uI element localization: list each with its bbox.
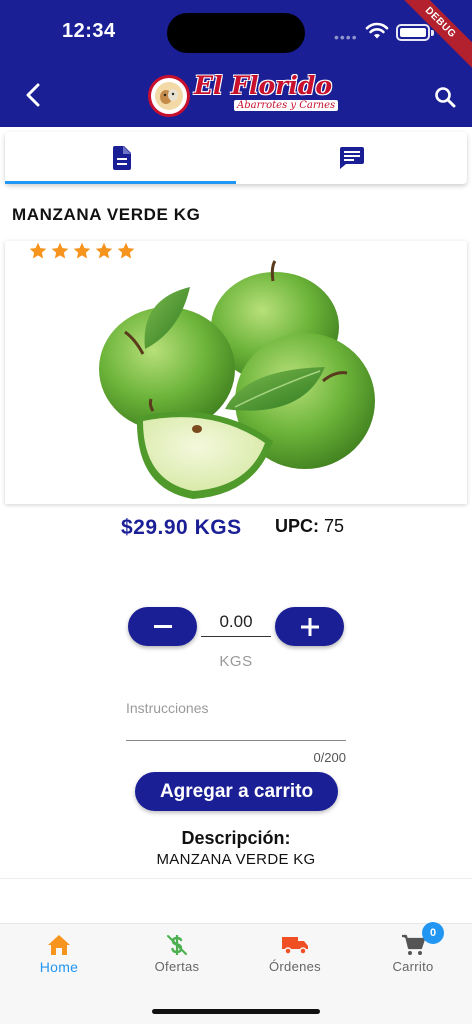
home-icon (48, 935, 70, 955)
minus-icon (153, 624, 172, 628)
cart-icon (402, 934, 425, 955)
star-icon (117, 242, 135, 259)
product-price: $29.90 KGS (121, 516, 242, 539)
description-label: Descripción: (181, 828, 291, 848)
signal-icon: •••• (334, 29, 358, 45)
wifi-icon (365, 22, 389, 39)
upc-value: 75 (324, 516, 345, 536)
increase-quantity-button[interactable] (275, 607, 344, 646)
document-icon (112, 146, 131, 170)
nav-offers-label: Ofertas (154, 959, 200, 974)
logo-title: El Florido (194, 71, 333, 100)
add-to-cart-button[interactable]: Agregar a carrito (135, 772, 338, 811)
app-header: 12:34 •••• DEBUG El Florido Abarrotes y … (0, 0, 472, 127)
back-button[interactable] (18, 80, 48, 110)
tab-indicator (5, 181, 236, 184)
product-image (99, 260, 375, 499)
battery-cap (431, 30, 434, 36)
quantity-input[interactable]: 0.00 (201, 610, 271, 637)
decrease-quantity-button[interactable] (128, 607, 197, 646)
nav-orders-label: Órdenes (269, 959, 321, 974)
tab-comments[interactable] (236, 132, 467, 184)
quantity-unit: KGS (219, 653, 253, 670)
chevron-left-icon (26, 83, 40, 107)
star-icon (51, 242, 69, 259)
upc-label: UPC: (275, 516, 319, 536)
star-icon (95, 242, 113, 259)
nav-home-label: Home (39, 959, 79, 975)
description-value: MANZANA VERDE KG (156, 851, 316, 868)
logo-subtitle: Abarrotes y Carnes (234, 100, 339, 111)
cart-badge: 0 (422, 922, 444, 944)
dynamic-island (167, 13, 305, 53)
nav-home[interactable]: Home (0, 934, 118, 975)
product-title: MANZANA VERDE KG (12, 205, 201, 224)
rating-stars (28, 241, 136, 261)
truck-icon (282, 937, 308, 955)
instructions-input[interactable]: Instrucciones (126, 700, 346, 741)
star-icon (29, 242, 47, 259)
status-time: 12:34 (62, 20, 116, 42)
logo-emblem-icon (148, 75, 190, 117)
search-button[interactable] (430, 82, 460, 112)
store-logo: El Florido Abarrotes y Carnes (148, 71, 339, 119)
nav-cart-label: Carrito (392, 959, 434, 974)
product-detail-screen: 12:34 •••• DEBUG El Florido Abarrotes y … (0, 0, 472, 1024)
nav-orders[interactable]: Órdenes (236, 934, 354, 974)
nav-offers[interactable]: Ofertas (118, 934, 236, 974)
product-image-card (5, 241, 467, 504)
plus-icon (300, 617, 319, 636)
detail-tabs (5, 132, 467, 184)
divider (0, 878, 472, 879)
star-icon (73, 242, 91, 259)
battery-icon (396, 24, 430, 41)
search-icon (435, 87, 456, 108)
dollar-icon (167, 935, 187, 955)
home-indicator (152, 1009, 320, 1014)
tab-details[interactable] (5, 132, 236, 184)
instructions-counter: 0/200 (313, 750, 346, 765)
product-upc: UPC: 75 (275, 516, 344, 537)
chat-icon (339, 147, 364, 169)
nav-cart[interactable]: Carrito (354, 934, 472, 974)
instructions-placeholder: Instrucciones (126, 700, 209, 716)
